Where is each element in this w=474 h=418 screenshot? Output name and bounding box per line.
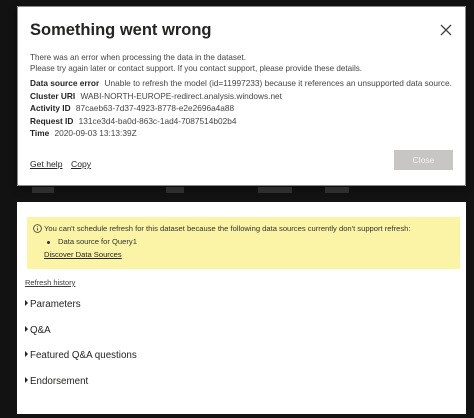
detail-request-id: Request ID 131ce3d4-ba0d-863c-1ad4-70875… bbox=[30, 115, 452, 128]
caret-right-icon bbox=[25, 300, 28, 307]
section-label: Endorsement bbox=[30, 376, 89, 387]
detail-activity-id: Activity ID 87caeb63-7d37-4923-8778-e2e2… bbox=[30, 102, 452, 115]
background-text-fragment bbox=[32, 187, 54, 193]
detail-value: 87caeb63-7d37-4923-8778-e2e2696a4a88 bbox=[75, 103, 235, 113]
detail-label: Activity ID bbox=[30, 103, 71, 113]
detail-value: Unable to refresh the model (id=11997233… bbox=[104, 78, 452, 88]
caret-right-icon bbox=[25, 377, 28, 384]
section-featured-qa-questions[interactable]: Featured Q&A questions bbox=[25, 350, 137, 361]
detail-time: Time 2020-09-03 13:13:39Z bbox=[30, 127, 452, 140]
section-parameters[interactable]: Parameters bbox=[25, 299, 81, 310]
copy-link[interactable]: Copy bbox=[71, 159, 91, 169]
detail-label: Data source error bbox=[30, 78, 100, 88]
dialog-message: There was an error when processing the d… bbox=[30, 53, 362, 74]
refresh-history-link[interactable]: Refresh history bbox=[25, 278, 75, 287]
message-line-1: There was an error when processing the d… bbox=[30, 53, 246, 62]
section-label: Featured Q&A questions bbox=[30, 350, 137, 361]
bullet-text: Data source for Query1 bbox=[58, 237, 137, 246]
dataset-settings-panel: You can't schedule refresh for this data… bbox=[17, 202, 466, 414]
detail-value: 131ce3d4-ba0d-863c-1ad4-7087514b02b4 bbox=[78, 115, 237, 126]
detail-label: Cluster URI bbox=[30, 90, 76, 101]
detail-data-source-error: Data source error Unable to refresh the … bbox=[30, 77, 452, 90]
dialog-title: Something went wrong bbox=[30, 21, 212, 39]
get-help-link[interactable]: Get help bbox=[30, 159, 63, 169]
error-dialog: Something went wrong There was an error … bbox=[17, 6, 466, 186]
detail-label: Request ID bbox=[30, 115, 74, 126]
section-label: Q&A bbox=[30, 325, 51, 336]
error-details: Data source error Unable to refresh the … bbox=[30, 77, 452, 140]
close-button[interactable]: Close bbox=[394, 150, 453, 170]
background-text-fragment bbox=[258, 187, 292, 193]
bullet-dot bbox=[47, 240, 50, 244]
warning-bullet-item: Data source for Query1 bbox=[47, 237, 137, 248]
section-qa[interactable]: Q&A bbox=[25, 325, 51, 336]
detail-label: Time bbox=[30, 128, 50, 138]
info-icon bbox=[33, 224, 42, 233]
section-label: Parameters bbox=[30, 299, 81, 310]
section-endorsement[interactable]: Endorsement bbox=[25, 376, 88, 387]
refresh-warning-banner: You can't schedule refresh for this data… bbox=[27, 217, 460, 269]
detail-value: 2020-09-03 13:13:39Z bbox=[54, 128, 137, 138]
caret-right-icon bbox=[25, 351, 28, 358]
close-icon[interactable] bbox=[439, 23, 453, 37]
background-text-fragment bbox=[325, 187, 349, 193]
caret-right-icon bbox=[25, 326, 28, 333]
discover-data-sources-link[interactable]: Discover Data Sources bbox=[44, 250, 122, 259]
detail-cluster-uri: Cluster URI WABI-NORTH-EUROPE-redirect.a… bbox=[30, 90, 452, 103]
detail-value: WABI-NORTH-EUROPE-redirect.analysis.wind… bbox=[80, 90, 282, 101]
warning-text: You can't schedule refresh for this data… bbox=[44, 224, 411, 233]
message-line-2: Please try again later or contact suppor… bbox=[30, 63, 363, 73]
background-text-fragment bbox=[166, 187, 184, 193]
